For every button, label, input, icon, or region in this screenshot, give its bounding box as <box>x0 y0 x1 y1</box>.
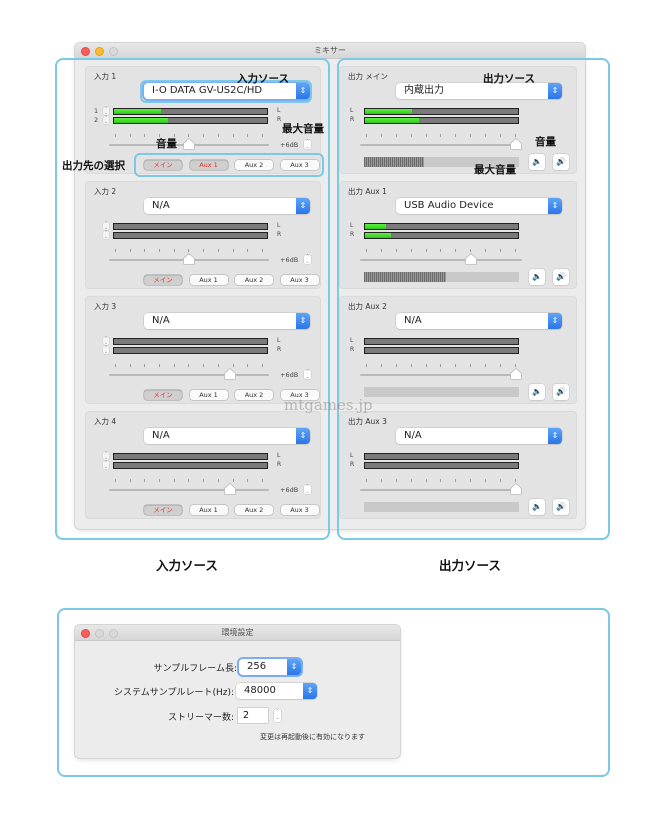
label-output-section: 出力ソース <box>439 558 501 573</box>
annotation-volume-right: 音量 <box>535 136 556 148</box>
sample-frame-select[interactable]: 256 ⇕ <box>239 659 301 675</box>
annotation-input-source: 入力ソース <box>237 73 289 85</box>
prefs-title: 環境設定 <box>221 628 254 637</box>
prefs-titlebar: 環境設定 <box>75 625 400 641</box>
zoom-button[interactable] <box>109 47 118 56</box>
annotation-route-select: 出力先の選択 <box>62 160 125 172</box>
close-button[interactable] <box>81 47 90 56</box>
streamer-stepper[interactable]: ⌃ ⌄ <box>274 709 281 722</box>
chevron-updown-icon: ⇕ <box>287 659 301 675</box>
route-highlight <box>134 153 324 177</box>
prefs-close-button[interactable] <box>81 629 90 638</box>
prefs-zoom-button[interactable] <box>109 629 118 638</box>
chevron-updown-icon: ⇕ <box>303 683 317 699</box>
annotation-volume-left: 音量 <box>156 138 177 150</box>
label-input-section: 入力ソース <box>156 558 218 573</box>
mixer-title: ミキサー <box>314 46 346 55</box>
streamer-input[interactable]: 2 <box>238 708 268 723</box>
streamer-label: ストリーマー数: <box>167 713 234 723</box>
prefs-minimize-button[interactable] <box>95 629 104 638</box>
sample-rate-value: 48000 <box>244 685 276 696</box>
restart-note: 変更は再起動後に有効になります <box>260 733 365 741</box>
prefs-window: 環境設定 サンプルフレーム長: 256 ⇕ システムサンプルレート(Hz): 4… <box>75 625 400 758</box>
sample-rate-label: システムサンプルレート(Hz): <box>113 688 234 698</box>
output-highlight-box <box>337 58 610 540</box>
mixer-titlebar: ミキサー <box>75 43 585 59</box>
sample-frame-label: サンプルフレーム長: <box>153 664 238 674</box>
annotation-output-source: 出力ソース <box>483 73 535 85</box>
watermark: mtgames.jp <box>284 396 373 414</box>
sample-frame-value: 256 <box>247 661 267 672</box>
sample-rate-select[interactable]: 48000 ⇕ <box>236 683 317 699</box>
annotation-max-volume-right: 最大音量 <box>474 164 516 176</box>
minimize-button[interactable] <box>95 47 104 56</box>
annotation-max-volume-left: 最大音量 <box>282 123 324 135</box>
